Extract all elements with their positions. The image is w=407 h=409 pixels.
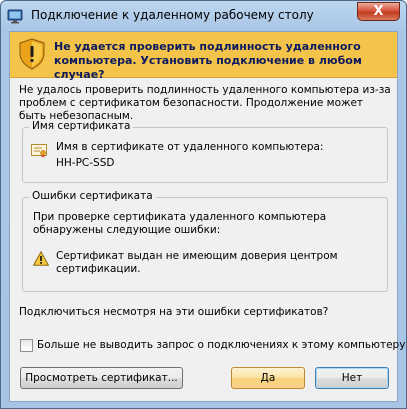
dont-ask-again-row[interactable]: Больше не выводить запрос о подключениях… <box>20 338 405 352</box>
certificate-name-value: HH-PC-SSD <box>56 157 115 169</box>
shield-warning-icon <box>19 38 45 70</box>
certificate-name-group: Имя сертификата Имя в сертификате от уда… <box>22 120 388 183</box>
certificate-errors-group: Ошибки сертификата При проверке сертифик… <box>22 190 388 292</box>
dont-ask-again-checkbox[interactable] <box>20 338 33 352</box>
connect-question: Подключиться несмотря на эти ошибки серт… <box>19 306 329 318</box>
certificate-caption: Имя в сертификате от удаленного компьюте… <box>56 141 324 153</box>
no-button[interactable]: Нет <box>315 367 389 389</box>
description-text: Не удалось проверить подлинность удаленн… <box>19 84 391 122</box>
close-button[interactable]: X <box>357 2 400 21</box>
warning-triangle-icon <box>33 251 49 266</box>
close-icon: X <box>373 4 384 19</box>
yes-button[interactable]: Да <box>231 367 305 389</box>
certificate-icon <box>31 144 47 158</box>
warning-banner: Не удается проверить подлинность удаленн… <box>10 32 397 81</box>
errors-intro-text: При проверке сертификата удаленного комп… <box>33 211 327 236</box>
error-item-text: Сертификат выдан не имеющим доверия цент… <box>56 250 338 275</box>
dialog-window: Подключение к удаленному рабочему столу … <box>0 0 407 409</box>
warning-message: Не удается проверить подлинность удаленн… <box>54 40 362 81</box>
window-title: Подключение к удаленному рабочему столу <box>31 8 314 22</box>
errors-group-label: Ошибки сертификата <box>29 190 156 203</box>
title-bar[interactable]: Подключение к удаленному рабочему столу … <box>1 1 406 31</box>
dont-ask-again-label[interactable]: Больше не выводить запрос о подключениях… <box>37 339 405 352</box>
dialog-body: Не удается проверить подлинность удаленн… <box>9 31 405 402</box>
remote-desktop-icon <box>7 9 23 24</box>
view-certificate-button[interactable]: Просмотреть сертификат... <box>20 367 183 389</box>
certificate-group-label: Имя сертификата <box>29 120 134 133</box>
